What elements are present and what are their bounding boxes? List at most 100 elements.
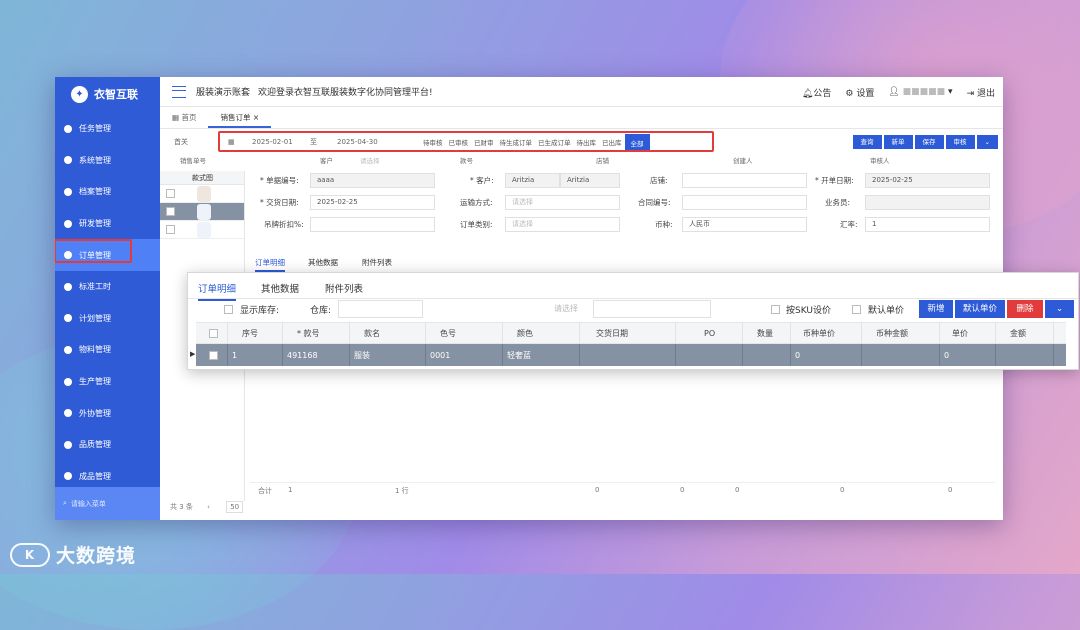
grid-row[interactable] <box>160 203 244 221</box>
user-menu[interactable]: 👤︎ ■■■■■ ▾ <box>888 87 952 97</box>
sidebar-item-plan[interactable]: 计划管理 <box>55 303 160 335</box>
col-style-name[interactable]: 款名 <box>350 323 426 343</box>
sidebar-item-system[interactable]: 系统管理 <box>55 145 160 177</box>
highlight-box <box>55 239 132 264</box>
shop-input[interactable] <box>682 173 807 188</box>
overlay-tab-attachments[interactable]: 附件列表 <box>325 281 363 295</box>
order-no-input[interactable]: aaaa <box>310 173 435 188</box>
check-circle-icon <box>64 440 72 449</box>
grid-row[interactable] <box>160 185 244 203</box>
brand-icon: ✦ <box>71 85 88 103</box>
sales-input[interactable] <box>865 195 990 210</box>
col-currency-price[interactable]: 币种单价 <box>791 323 862 343</box>
table-row[interactable]: 1 491168 服装 0001 轻奢蓝 0 0 <box>196 344 1066 366</box>
discount-input[interactable] <box>310 217 435 232</box>
close-icon[interactable]: × <box>253 113 259 122</box>
col-seq[interactable]: 序号 <box>228 323 283 343</box>
customer-select[interactable]: 请选择 <box>360 155 380 165</box>
sidebar-item-quality[interactable]: 品质管理 <box>55 429 160 461</box>
col-price[interactable]: 单价 <box>940 323 996 343</box>
select-all-cell[interactable] <box>196 323 228 343</box>
col-style-no[interactable]: * 款号 <box>283 323 350 343</box>
grid-header: 款式图 <box>160 171 244 185</box>
cell-delivery-date[interactable] <box>580 344 676 366</box>
query-button[interactable]: 查询 <box>852 135 882 149</box>
col-po[interactable]: PO <box>676 323 743 343</box>
warehouse-input[interactable] <box>338 300 423 318</box>
overlay-tab-other[interactable]: 其他数据 <box>261 281 299 295</box>
more-dropdown[interactable]: ⌄ <box>976 135 998 149</box>
sidebar-item-production[interactable]: 生产管理 <box>55 366 160 398</box>
row-checkbox-cell[interactable] <box>196 344 228 366</box>
logout-button[interactable]: ⇥ 退出 <box>967 86 995 99</box>
tab-attachments[interactable]: 附件列表 <box>362 257 392 268</box>
currency-select[interactable]: 人民币 <box>682 217 807 232</box>
sidebar: ✦ 衣智互联 任务管理 系统管理 档案管理 研发管理 订单管理 标准工时 计划管… <box>55 77 160 520</box>
delete-button[interactable]: 删除 <box>1007 300 1043 318</box>
add-row-button[interactable]: 新增 <box>919 300 953 318</box>
row-checkbox[interactable] <box>166 225 175 234</box>
tab-other-data[interactable]: 其他数据 <box>308 257 338 268</box>
cell-price[interactable]: 0 <box>940 344 996 366</box>
default-price-button[interactable]: 默认单价 <box>955 300 1005 318</box>
cell-color-no[interactable]: 0001 <box>426 344 503 366</box>
customer-code-input[interactable]: Aritzia <box>505 173 560 188</box>
search-icon: ⌕ <box>63 499 67 507</box>
rate-input[interactable]: 1 <box>865 217 990 232</box>
row-checkbox[interactable] <box>166 207 175 216</box>
sidebar-item-std-hours[interactable]: 标准工时 <box>55 271 160 303</box>
cell-color[interactable]: 轻奢蓝 <box>503 344 580 366</box>
row-checkbox[interactable] <box>209 350 218 360</box>
sidebar-item-archive[interactable]: 档案管理 <box>55 176 160 208</box>
cell-amount[interactable] <box>996 344 1054 366</box>
grid-row[interactable] <box>160 221 244 239</box>
sidebar-item-task[interactable]: 任务管理 <box>55 113 160 145</box>
save-button[interactable]: 保存 <box>914 135 944 149</box>
prev-page-icon[interactable]: ‹ <box>207 503 210 511</box>
contract-input[interactable] <box>682 195 807 210</box>
col-color[interactable]: 颜色 <box>503 323 580 343</box>
tab-sales-order[interactable]: 销售订单 × <box>208 108 272 128</box>
customer-name-input[interactable]: Aritzia <box>560 173 620 188</box>
col-currency-amount[interactable]: 币种金额 <box>862 323 940 343</box>
tab-order-detail[interactable]: 订单明细 <box>255 257 285 272</box>
select-all-checkbox[interactable] <box>209 328 218 338</box>
cell-currency-price[interactable]: 0 <box>791 344 862 366</box>
extra-input[interactable] <box>593 300 711 318</box>
cell-currency-amount[interactable] <box>862 344 940 366</box>
col-delivery-date[interactable]: 交货日期 <box>580 323 676 343</box>
row-checkbox[interactable] <box>166 189 175 198</box>
page-size[interactable]: 50 <box>226 501 244 513</box>
menu-toggle-icon[interactable] <box>172 85 186 98</box>
sidebar-item-orders[interactable]: 订单管理 <box>55 239 160 271</box>
sku-price-checkbox[interactable] <box>771 305 780 314</box>
cell-style-name[interactable]: 服装 <box>350 344 426 366</box>
sidebar-search[interactable]: ⌕ 请输入菜单 <box>55 487 160 520</box>
cell-style-no[interactable]: 491168 <box>283 344 350 366</box>
order-type-select[interactable]: 请选择 <box>505 217 620 232</box>
col-qty[interactable]: 数量 <box>743 323 791 343</box>
open-date-input[interactable]: 2025-02-25 <box>865 173 990 188</box>
filter-first[interactable]: 首关 <box>174 137 188 147</box>
garment-thumbnail <box>197 221 211 238</box>
col-color-no[interactable]: 色号 <box>426 323 503 343</box>
more-dropdown[interactable]: ⌄ <box>1045 300 1074 318</box>
delivery-date-input[interactable]: 2025-02-25 <box>310 195 435 210</box>
col-amount[interactable]: 金额 <box>996 323 1054 343</box>
notice-button[interactable]: 🔔︎公告 <box>802 86 831 99</box>
cell-po[interactable] <box>676 344 743 366</box>
new-button[interactable]: 新单 <box>883 135 913 149</box>
sidebar-item-rd[interactable]: 研发管理 <box>55 208 160 240</box>
review-button[interactable]: 审核 <box>945 135 975 149</box>
tab-home[interactable]: ▦ 首页 <box>160 108 208 128</box>
bell-icon: 🔔︎ <box>801 88 814 99</box>
sidebar-item-material[interactable]: 物料管理 <box>55 334 160 366</box>
warehouse-select[interactable]: 请选择 <box>554 303 578 314</box>
transport-select[interactable]: 请选择 <box>505 195 620 210</box>
cell-qty[interactable] <box>743 344 791 366</box>
default-price-checkbox[interactable] <box>852 305 861 314</box>
show-stock-checkbox[interactable] <box>224 305 233 314</box>
settings-button[interactable]: ⚙︎ 设置 <box>845 86 874 99</box>
sidebar-item-outsource[interactable]: 外协管理 <box>55 397 160 429</box>
bell-icon <box>64 282 72 291</box>
